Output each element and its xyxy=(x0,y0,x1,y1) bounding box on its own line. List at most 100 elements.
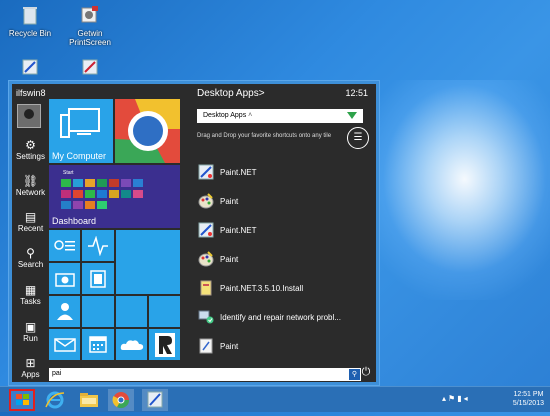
tile-blank-2[interactable] xyxy=(82,296,114,327)
installer-icon xyxy=(200,280,212,296)
desktop-icon-getwin-printscreen[interactable]: Getwin PrintScreen xyxy=(60,4,120,47)
tile-chrome[interactable] xyxy=(115,99,180,163)
nav-search[interactable]: ⚲ Search xyxy=(12,246,49,269)
app-item-paint[interactable]: Paint xyxy=(197,335,367,357)
calendar-icon xyxy=(89,336,107,353)
dropdown-value: Desktop Apps xyxy=(203,112,247,119)
search-input[interactable]: pai ⚲ xyxy=(49,368,361,381)
app-label: Paint xyxy=(220,197,239,206)
desktop-wallpaper-flower xyxy=(360,80,550,300)
list-icon: ☰ xyxy=(353,132,363,143)
cloud-icon xyxy=(120,340,144,350)
search-icon: ⚲ xyxy=(351,371,358,378)
panel-title[interactable]: Desktop Apps> xyxy=(197,88,265,99)
dropdown-arrow-icon xyxy=(347,112,357,119)
power-icon: ⏻ xyxy=(361,366,371,378)
taskbar-chrome[interactable] xyxy=(108,389,134,411)
search-button[interactable]: ⚲ xyxy=(349,369,360,380)
taskbar-clock[interactable]: 12:51 PM 5/15/2013 xyxy=(513,390,544,408)
paintnet-icon xyxy=(198,222,214,238)
nav-label: Settings xyxy=(16,152,45,161)
dashboard-preview-icon xyxy=(61,179,143,209)
app-item-paintnet-installer[interactable]: Paint.NET.3.5.10.Install xyxy=(197,277,367,299)
tile-skydrive[interactable] xyxy=(116,329,147,360)
paint-icon xyxy=(198,251,214,267)
system-tray-icons[interactable]: ▴⚑▮◂ xyxy=(442,394,470,403)
taskbar-ie[interactable] xyxy=(42,389,68,411)
start-menu: ilfswin8 ⚙ Settings ⛓ Network ▤ Recent ⚲… xyxy=(8,80,380,386)
taskbar-explorer[interactable] xyxy=(76,389,102,411)
tile-reader[interactable] xyxy=(149,329,180,360)
taskbar-time: 12:51 PM xyxy=(513,391,544,398)
apps-category-dropdown[interactable]: Desktop Apps ˄ xyxy=(197,109,363,123)
search-input-value: pai xyxy=(52,370,62,377)
tile-calendar[interactable] xyxy=(82,329,114,360)
tile-blank-3[interactable] xyxy=(116,296,147,327)
nav-settings[interactable]: ⚙ Settings xyxy=(12,138,49,161)
menu-clock: 12:51 xyxy=(345,88,368,98)
list-menu-button[interactable]: ☰ xyxy=(347,127,369,149)
app-item-paint[interactable]: Paint xyxy=(197,248,367,270)
user-name: ilfswin8 xyxy=(16,88,46,98)
chrome-icon xyxy=(112,392,130,409)
desktop-icon-recycle-bin[interactable]: Recycle Bin xyxy=(0,4,60,38)
tile-video[interactable] xyxy=(82,263,114,294)
app-item-network-repair[interactable]: Identify and repair network probl... xyxy=(197,306,367,328)
nav-network[interactable]: ⛓ Network xyxy=(12,174,49,197)
tile-blank-1[interactable] xyxy=(116,230,180,294)
control-panel-icon xyxy=(54,240,75,251)
nav-recent[interactable]: ▤ Recent xyxy=(12,210,49,233)
desktop-icon-label: Recycle Bin xyxy=(8,29,52,38)
apps-icon: ⊞ xyxy=(25,356,36,370)
app-item-paintnet[interactable]: Paint.NET xyxy=(197,161,367,183)
nav-label: Network xyxy=(15,188,46,197)
tile-label: My Computer xyxy=(52,151,107,161)
desktop-apps-panel: Desktop Apps> 12:51 Desktop Apps ˄ Drag … xyxy=(197,84,376,382)
printscreen-app-icon xyxy=(79,4,101,26)
taskbar-paintnet[interactable] xyxy=(142,389,168,411)
paintnet-icon xyxy=(198,164,214,180)
recycle-bin-icon xyxy=(19,4,41,26)
nav-run[interactable]: ▣ Run xyxy=(12,320,49,343)
start-button[interactable] xyxy=(9,389,35,411)
power-button[interactable]: ⏻ xyxy=(360,366,372,378)
tile-camera[interactable] xyxy=(49,263,80,294)
tile-my-computer[interactable]: My Computer xyxy=(49,99,113,163)
tile-performance[interactable] xyxy=(82,230,114,261)
start-menu-panel: ilfswin8 ⚙ Settings ⛓ Network ▤ Recent ⚲… xyxy=(12,84,376,382)
avatar[interactable] xyxy=(17,104,41,128)
run-icon: ▣ xyxy=(24,320,37,334)
nav-label: Run xyxy=(23,334,38,343)
drag-drop-hint: Drag and Drop your favorite shortcuts on… xyxy=(197,133,332,139)
tile-mail[interactable] xyxy=(49,329,80,360)
tile-grid: My Computer Start Dashboard xyxy=(49,99,180,367)
nav-label: Tasks xyxy=(20,297,41,306)
tile-blank-4[interactable] xyxy=(149,296,180,327)
desktop-icon-label: Getwin PrintScreen xyxy=(69,29,111,47)
nav-tasks[interactable]: ▦ Tasks xyxy=(12,283,49,306)
paint-doc-icon xyxy=(199,338,213,354)
computer-icon xyxy=(60,108,100,138)
app-item-paint[interactable]: Paint xyxy=(197,190,367,212)
app-item-paintnet[interactable]: Paint.NET xyxy=(197,219,367,241)
left-nav: ilfswin8 ⚙ Settings ⛓ Network ▤ Recent ⚲… xyxy=(12,84,49,382)
paintnet-icon xyxy=(147,391,163,408)
chrome-icon xyxy=(115,99,180,163)
internet-explorer-icon xyxy=(45,391,65,409)
tile-people[interactable] xyxy=(49,296,80,327)
paint-shortcut-icon xyxy=(79,58,101,80)
tile-control-panel[interactable] xyxy=(49,230,80,261)
camera-icon xyxy=(55,273,75,287)
tile-dashboard[interactable]: Start Dashboard xyxy=(49,165,180,228)
nav-label: Apps xyxy=(21,370,40,379)
recent-icon: ▤ xyxy=(24,210,37,224)
paint-icon xyxy=(198,193,214,209)
pulse-icon xyxy=(88,236,108,256)
tile-label: Dashboard xyxy=(52,216,97,226)
windows-logo-icon xyxy=(16,394,29,405)
app-label: Paint.NET xyxy=(220,168,257,177)
flag-icon: ⚑ xyxy=(448,394,458,403)
taskbar-date: 5/15/2013 xyxy=(512,400,544,407)
nav-apps[interactable]: ⊞ Apps xyxy=(12,356,49,379)
mail-icon xyxy=(54,338,76,352)
